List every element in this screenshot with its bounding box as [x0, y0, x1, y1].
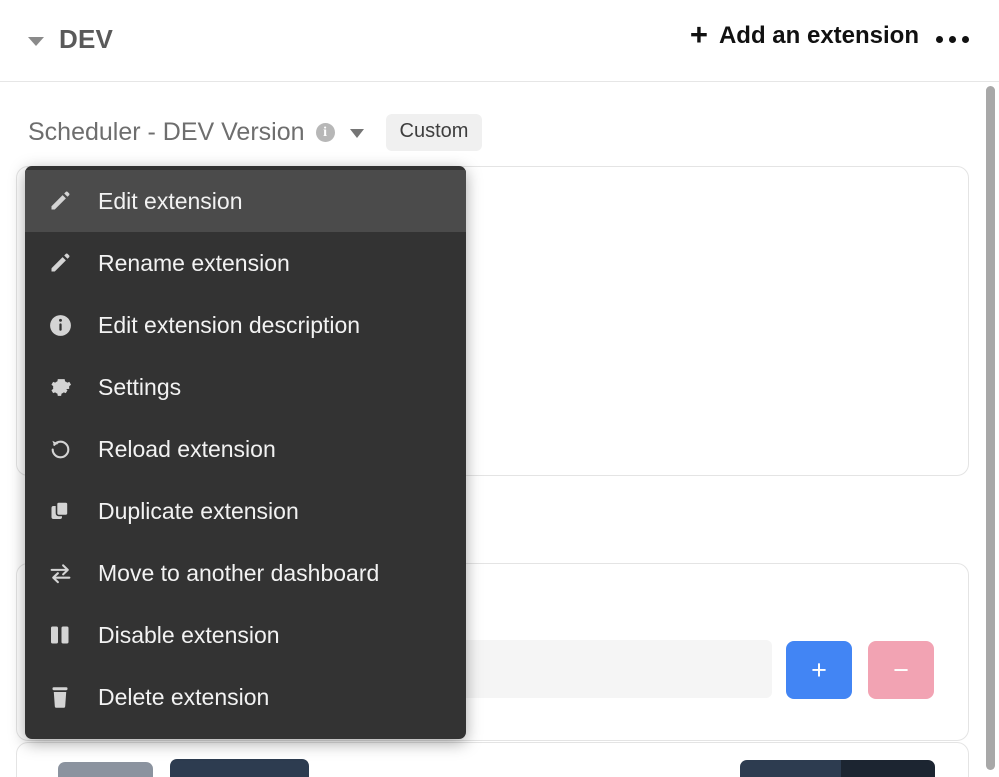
extension-context-menu: Edit extension Rename extension Edit exten… [25, 166, 466, 739]
copy-icon [47, 498, 73, 524]
swap-arrows-icon [47, 560, 73, 586]
menu-item-delete-extension[interactable]: Delete extension [25, 666, 466, 728]
dashboard-collapse-toggle[interactable]: DEV [28, 24, 113, 55]
plus-icon: + [689, 17, 708, 52]
page-title: Scheduler - DEV Version [28, 118, 305, 146]
remove-row-button[interactable]: − [868, 641, 934, 699]
footer-pill-right-a[interactable] [740, 760, 841, 777]
menu-item-rename-extension[interactable]: Rename extension [25, 232, 466, 294]
menu-item-duplicate-extension[interactable]: Duplicate extension [25, 480, 466, 542]
footer-pill-left-a[interactable] [58, 762, 153, 777]
refresh-icon [47, 436, 73, 462]
menu-item-label: Rename extension [98, 249, 290, 276]
caret-down-icon [28, 36, 44, 46]
chevron-down-icon[interactable] [349, 129, 364, 138]
menu-item-move-to-another-dashboard[interactable]: Move to another dashboard [25, 542, 466, 604]
pause-icon [47, 622, 73, 648]
menu-item-settings[interactable]: Settings [25, 356, 466, 418]
footer-pill-left-b[interactable] [170, 759, 309, 777]
menu-item-label: Edit extension [98, 187, 243, 214]
dashboard-title: DEV [59, 24, 114, 54]
trash-icon [47, 684, 73, 710]
info-icon [47, 312, 73, 338]
add-row-button[interactable]: + [786, 641, 852, 699]
menu-item-label: Edit extension description [98, 311, 361, 338]
menu-item-label: Duplicate extension [98, 497, 299, 524]
menu-item-label: Settings [98, 373, 182, 400]
status-badge[interactable]: Custom [385, 114, 483, 151]
menu-item-edit-extension[interactable]: Edit extension [25, 170, 466, 232]
menu-item-label: Reload extension [98, 435, 276, 462]
menu-item-label: Disable extension [98, 621, 280, 648]
info-icon[interactable]: i [315, 123, 335, 142]
add-extension-label: Add an extension [718, 22, 919, 49]
footer-pill-right-b[interactable] [841, 760, 935, 777]
pencil-icon [47, 188, 73, 214]
menu-item-reload-extension[interactable]: Reload extension [25, 418, 466, 480]
menu-item-label: Move to another dashboard [98, 559, 380, 586]
scrollbar-thumb[interactable] [986, 86, 995, 770]
ellipsis-horizontal-icon[interactable] [934, 30, 971, 49]
pencil-icon [47, 250, 73, 276]
menu-item-label: Delete extension [98, 683, 270, 710]
dashboard-header: DEV + Add an extension [0, 0, 999, 82]
menu-item-disable-extension[interactable]: Disable extension [25, 604, 466, 666]
menu-item-edit-extension-description[interactable]: Edit extension description [25, 294, 466, 356]
add-extension-button[interactable]: + Add an extension [689, 17, 919, 52]
app-root: DEV + Add an extension lock bigger or fu… [0, 0, 999, 777]
extension-title-row: Scheduler - DEV Version i Custom [28, 114, 483, 151]
gear-icon [47, 374, 73, 400]
